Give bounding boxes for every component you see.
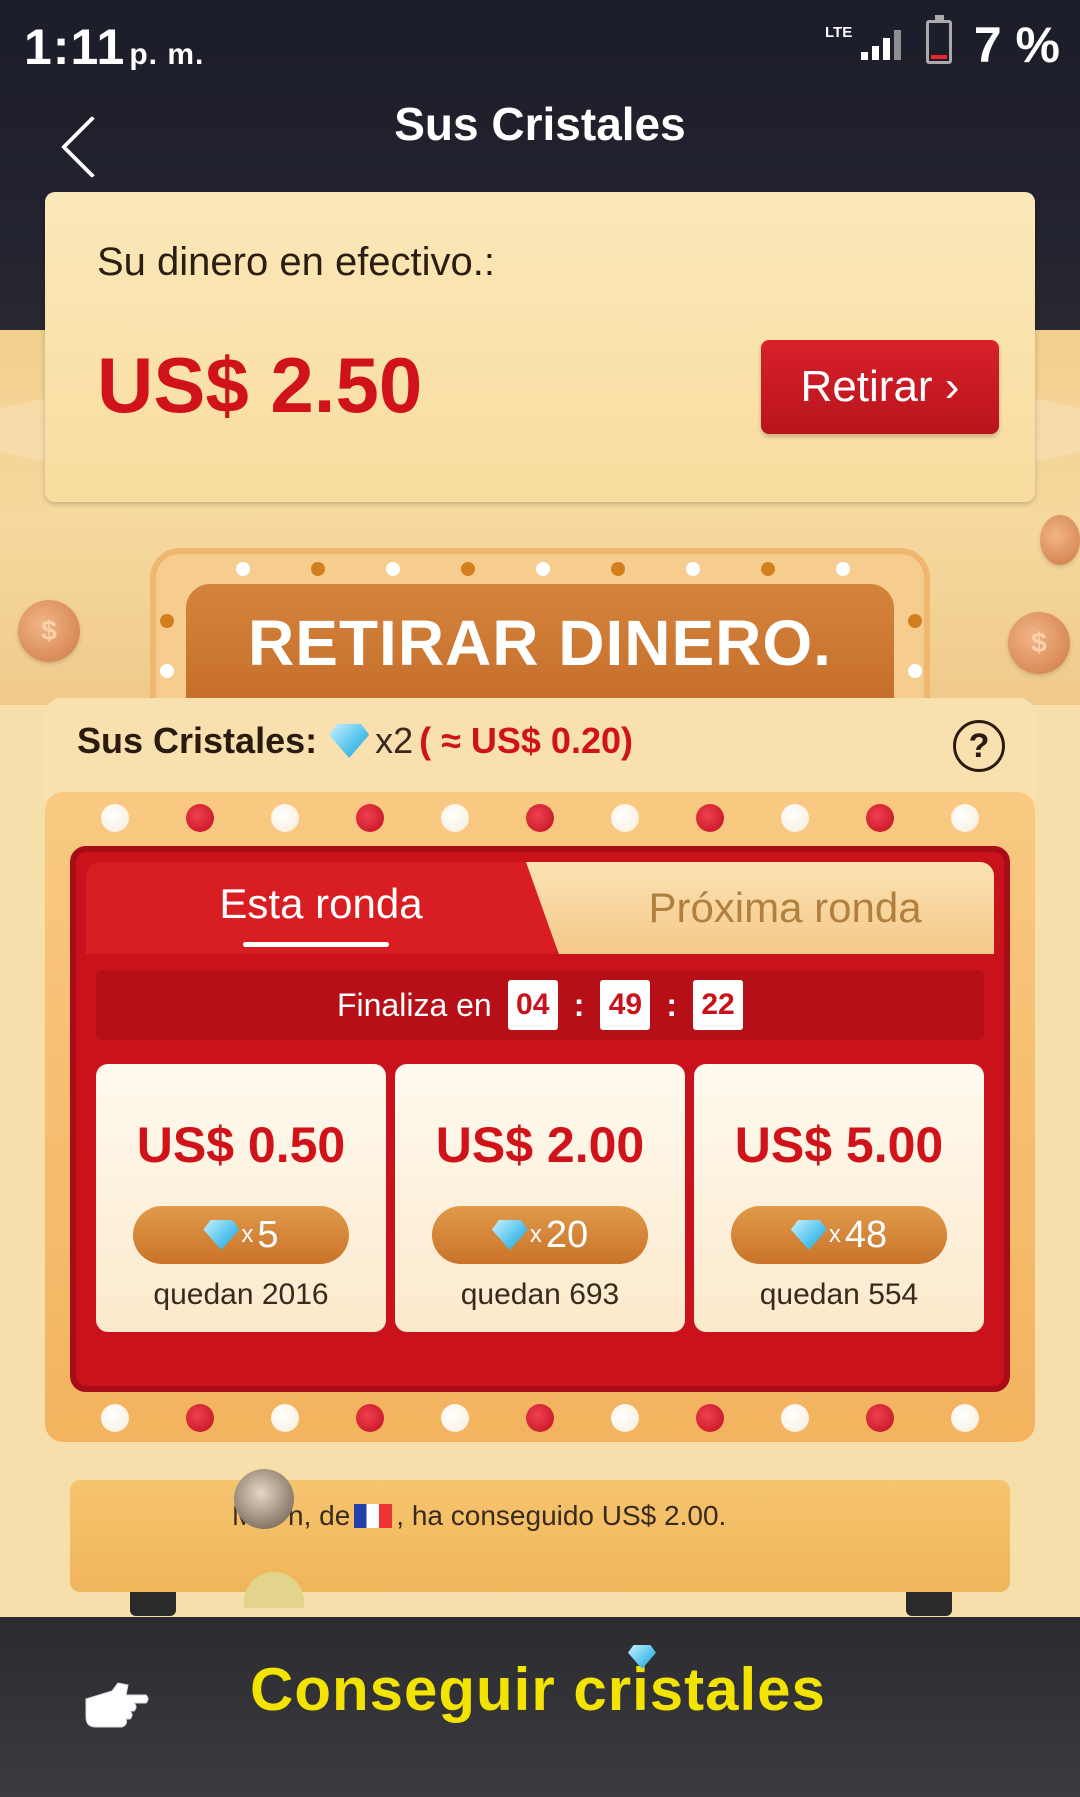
banner-title: RETIRAR DINERO. — [248, 607, 832, 679]
offer-cost: 20 — [545, 1213, 589, 1256]
offer-remaining: quedan 2016 — [153, 1278, 329, 1311]
signal-icon: LTE — [825, 25, 905, 60]
feed-item: M***n, de , ha conseguido US$ 2.00. — [232, 1500, 726, 1532]
offer-cost-pill[interactable]: x5 — [133, 1206, 349, 1264]
crystal-icon — [203, 1220, 240, 1250]
help-icon[interactable]: ? — [953, 720, 1005, 772]
crystal-count: x2 — [375, 720, 414, 761]
timer-seconds: 22 — [693, 980, 744, 1030]
crystal-label: Sus Cristales: — [77, 720, 318, 761]
offer-amount: US$ 5.00 — [734, 1117, 944, 1173]
tab-label: Esta ronda — [219, 880, 423, 927]
frame-leg — [906, 1592, 952, 1616]
cash-amount: US$ 2.50 — [97, 341, 423, 429]
offer-cost: 48 — [844, 1213, 888, 1256]
coin-icon: $ — [18, 600, 80, 662]
crystal-icon — [491, 1220, 528, 1250]
timer-hours: 04 — [507, 980, 558, 1030]
winners-feed: M***n, de , ha conseguido US$ 2.00. — [70, 1480, 1010, 1592]
frame-leg — [130, 1592, 176, 1616]
offer-cost: 5 — [257, 1213, 279, 1256]
offers-board: Esta ronda Próxima ronda Finaliza en 04 … — [70, 846, 1010, 1392]
feed-message: , ha conseguido US$ 2.00. — [396, 1500, 727, 1531]
crystal-icon — [329, 724, 370, 758]
offer-remaining: quedan 554 — [759, 1278, 919, 1311]
offer-card[interactable]: US$ 0.50 x5 quedan 2016 — [96, 1064, 386, 1332]
crystal-equivalent: ( ≈ US$ 0.20) — [419, 720, 633, 761]
offer-cost-pill[interactable]: x 48 — [731, 1206, 947, 1264]
coin-icon — [1040, 515, 1080, 565]
bottom-bar: Conseguir cristales — [0, 1617, 1080, 1797]
offer-card[interactable]: US$ 5.00 x 48 quedan 554 — [694, 1064, 984, 1332]
top-bar: Sus Cristales — [0, 95, 1080, 190]
crystal-balance: Sus Cristales: x2 ( ≈ US$ 0.20) — [77, 720, 633, 762]
coin-icon: $ — [1008, 612, 1070, 674]
tab-next-round[interactable]: Próxima ronda — [526, 862, 994, 954]
countdown-timer: Finaliza en 04 : 49 : 22 — [96, 970, 984, 1040]
crystal-icon — [790, 1220, 827, 1250]
offer-amount: US$ 2.00 — [435, 1117, 645, 1173]
avatar — [234, 1469, 294, 1529]
cash-label: Su dinero en efectivo.: — [97, 240, 496, 284]
crystals-panel: Sus Cristales: x2 ( ≈ US$ 0.20) ? Esta r… — [45, 698, 1035, 1592]
withdraw-button[interactable]: Retirar › — [761, 340, 999, 434]
round-tabs: Esta ronda Próxima ronda — [86, 862, 994, 954]
timer-minutes: 49 — [600, 980, 651, 1030]
status-bar: 1:11 p. m. LTE 7 % — [0, 0, 1080, 95]
cash-card: Su dinero en efectivo.: US$ 2.50 Retirar… — [45, 192, 1035, 502]
active-tab-indicator — [243, 942, 389, 947]
battery-percent: 7 % — [973, 17, 1060, 73]
timer-label: Finaliza en — [336, 986, 492, 1023]
get-crystals-button[interactable]: Conseguir cristales — [250, 1655, 826, 1724]
page-title: Sus Cristales — [394, 98, 686, 150]
status-time: 1:11 p. m. — [24, 19, 205, 75]
offer-card[interactable]: US$ 2.00 x 20 quedan 693 — [395, 1064, 685, 1332]
tab-label: Próxima ronda — [648, 884, 922, 931]
pointing-hand-icon — [85, 1682, 149, 1728]
france-flag-icon — [354, 1504, 393, 1528]
tab-this-round[interactable]: Esta ronda — [86, 862, 556, 954]
offer-cost-pill[interactable]: x 20 — [432, 1206, 648, 1264]
offer-list: US$ 0.50 x5 quedan 2016 US$ 2.00 x 20 que… — [96, 1064, 984, 1334]
offer-remaining: quedan 693 — [460, 1278, 620, 1311]
offer-amount: US$ 0.50 — [136, 1117, 346, 1173]
withdraw-banner: RETIRAR DINERO. — [150, 548, 930, 724]
battery-icon — [926, 15, 952, 64]
